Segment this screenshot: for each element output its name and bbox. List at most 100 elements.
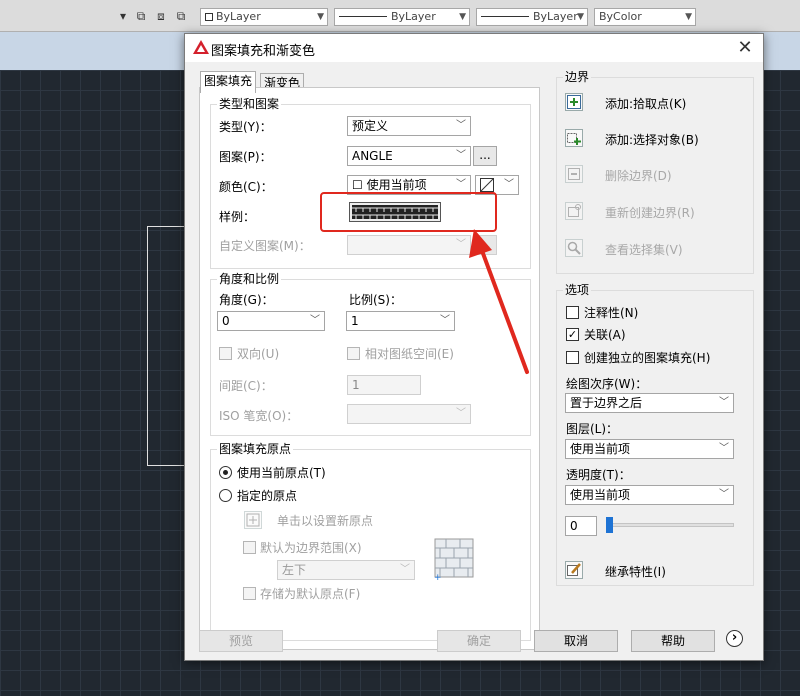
custom-browse-button[interactable]: ... bbox=[473, 235, 497, 255]
associative-label: 关联(A) bbox=[584, 328, 626, 342]
pattern-browse-button[interactable]: ... bbox=[473, 146, 497, 166]
double-label: 双向(U) bbox=[237, 347, 280, 361]
view-selections-icon[interactable] bbox=[565, 239, 583, 257]
use-current-origin-label: 使用当前原点(T) bbox=[237, 466, 326, 480]
chevron-down-icon: ▼ bbox=[685, 12, 692, 22]
line-sample-icon bbox=[339, 16, 387, 17]
group-title: 角度和比例 bbox=[217, 272, 282, 286]
separate-hatches-checkbox[interactable] bbox=[566, 351, 579, 364]
remove-boundaries-icon[interactable] bbox=[565, 165, 583, 183]
ok-button[interactable]: 确定 bbox=[437, 630, 521, 652]
layer-states-icon[interactable]: ⧉ bbox=[134, 9, 148, 23]
cancel-button[interactable]: 取消 bbox=[534, 630, 618, 652]
chevron-down-icon: ﹀ bbox=[440, 315, 450, 326]
relative-paper-label: 相对图纸空间(E) bbox=[365, 347, 454, 361]
store-default-origin-checkbox[interactable] bbox=[243, 587, 256, 600]
type-label: 类型(Y)： bbox=[219, 120, 272, 134]
iso-pen-label: ISO 笔宽(O)： bbox=[219, 409, 299, 423]
chevron-down-icon: ﹀ bbox=[456, 408, 466, 419]
select-objects-icon bbox=[567, 133, 581, 145]
type-select[interactable]: 预定义 ﹀ bbox=[347, 116, 471, 136]
group-title: 图案填充原点 bbox=[217, 442, 294, 456]
associative-checkbox[interactable]: ✓ bbox=[566, 328, 579, 341]
recreate-icon bbox=[568, 204, 581, 217]
relative-paper-checkbox[interactable] bbox=[347, 347, 360, 360]
separate-hatches-label: 创建独立的图案填充(H) bbox=[584, 351, 711, 365]
specified-origin-radio[interactable] bbox=[219, 489, 232, 502]
line-sample-icon bbox=[481, 16, 529, 17]
store-default-origin-label: 存储为默认原点(F) bbox=[260, 587, 361, 601]
properties-toolbar: ▾ ⧉ ⧈ ⧉ ByLayer ▼ ByLayer ▼ ByLayer ▼ ByCol… bbox=[0, 0, 800, 32]
custom-pattern-select[interactable]: ﹀ bbox=[347, 235, 471, 255]
preview-button[interactable]: 预览 bbox=[199, 630, 283, 652]
chevron-down-icon: ﹀ bbox=[719, 443, 729, 454]
scale-select[interactable]: 1 ﹀ bbox=[346, 311, 455, 331]
layer-label: 图层(L)： bbox=[566, 422, 619, 436]
lineweight-combo[interactable]: ByLayer ▼ bbox=[476, 8, 588, 26]
spacing-input[interactable]: 1 bbox=[347, 375, 421, 395]
help-button[interactable]: 帮助 bbox=[631, 630, 715, 652]
double-checkbox[interactable] bbox=[219, 347, 232, 360]
more-options-button[interactable]: › bbox=[726, 630, 743, 647]
remove-boundary-icon bbox=[568, 168, 580, 180]
magnifier-icon bbox=[567, 241, 581, 255]
layer-combo[interactable]: ByLayer ▼ bbox=[200, 8, 328, 26]
chevron-down-icon: ﹀ bbox=[456, 120, 466, 131]
layer-dropdown-arrow-icon[interactable]: ▾ bbox=[116, 9, 130, 23]
chevron-down-icon: ﹀ bbox=[400, 564, 410, 575]
transparency-select[interactable]: 使用当前项 ﹀ bbox=[565, 485, 734, 505]
add-select-objects-icon[interactable] bbox=[565, 129, 583, 147]
use-current-origin-radio[interactable] bbox=[219, 466, 232, 479]
layer-previous-icon[interactable]: ⧉ bbox=[174, 9, 188, 23]
chevron-down-icon: ﹀ bbox=[456, 239, 466, 250]
recreate-boundary-label[interactable]: 重新创建边界(R) bbox=[605, 205, 695, 221]
close-icon[interactable]: ✕ bbox=[733, 37, 757, 59]
pattern-select[interactable]: ANGLE ﹀ bbox=[347, 146, 471, 166]
autocad-logo-icon bbox=[193, 40, 209, 54]
dialog-title: 图案填充和渐变色 bbox=[211, 44, 316, 59]
origin-position-select[interactable]: 左下 ﹀ bbox=[277, 560, 415, 580]
tab-hatch[interactable]: 图案填充 bbox=[200, 71, 257, 93]
chevron-down-icon: ﹀ bbox=[719, 397, 729, 408]
brush-icon bbox=[567, 563, 581, 576]
group-title: 类型和图案 bbox=[217, 97, 282, 111]
group-title: 边界 bbox=[563, 70, 592, 84]
add-pick-points-icon[interactable] bbox=[565, 93, 583, 111]
chevron-down-icon: ﹀ bbox=[719, 489, 729, 500]
chevron-down-icon: ▼ bbox=[577, 12, 584, 22]
inherit-properties-icon[interactable] bbox=[565, 561, 583, 579]
specified-origin-label: 指定的原点 bbox=[237, 489, 298, 503]
color-swatch-icon bbox=[205, 13, 213, 21]
dialog-titlebar[interactable]: 图案填充和渐变色 ✕ bbox=[185, 34, 763, 62]
layer-match-icon[interactable]: ⧈ bbox=[154, 9, 168, 23]
chevron-right-icon: › bbox=[731, 630, 738, 645]
add-pick-points-label[interactable]: 添加:拾取点(K) bbox=[605, 96, 686, 112]
default-boundary-checkbox[interactable] bbox=[243, 541, 256, 554]
inherit-properties-label[interactable]: 继承特性(I) bbox=[605, 564, 666, 580]
view-selections-label[interactable]: 查看选择集(V) bbox=[605, 242, 683, 258]
transparency-value-input[interactable]: 0 bbox=[565, 516, 597, 536]
click-set-origin-label: 单击以设置新原点 bbox=[277, 514, 374, 528]
color-label: 颜色(C)： bbox=[219, 180, 273, 194]
set-origin-icon[interactable] bbox=[244, 511, 262, 529]
transparency-slider-track[interactable] bbox=[606, 523, 734, 527]
recreate-boundary-icon[interactable] bbox=[565, 202, 583, 220]
transparency-slider-thumb[interactable] bbox=[606, 517, 613, 533]
plotstyle-combo[interactable]: ByColor ▼ bbox=[594, 8, 696, 26]
no-color-icon bbox=[480, 178, 494, 192]
origin-preview-icon: + bbox=[434, 538, 474, 580]
scale-label: 比例(S)： bbox=[349, 293, 402, 307]
linetype-combo[interactable]: ByLayer ▼ bbox=[334, 8, 470, 26]
sample-highlight-box bbox=[320, 192, 497, 232]
svg-text:+: + bbox=[434, 573, 442, 580]
annotative-checkbox[interactable] bbox=[566, 306, 579, 319]
chevron-down-icon: ▼ bbox=[459, 12, 466, 22]
add-select-objects-label[interactable]: 添加:选择对象(B) bbox=[605, 132, 699, 148]
remove-boundaries-label[interactable]: 删除边界(D) bbox=[605, 168, 672, 184]
sample-label: 样例： bbox=[219, 210, 256, 224]
angle-label: 角度(G)： bbox=[219, 293, 274, 307]
draw-order-select[interactable]: 置于边界之后 ﹀ bbox=[565, 393, 734, 413]
iso-pen-select[interactable]: ﹀ bbox=[347, 404, 471, 424]
layer-select[interactable]: 使用当前项 ﹀ bbox=[565, 439, 734, 459]
angle-select[interactable]: 0 ﹀ bbox=[217, 311, 325, 331]
